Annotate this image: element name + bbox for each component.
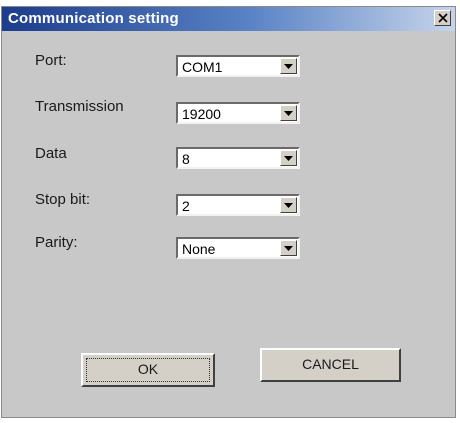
transmission-dropdown-button[interactable] bbox=[280, 105, 297, 121]
cancel-button[interactable]: CANCEL bbox=[260, 348, 401, 382]
dialog-title: Communication setting bbox=[8, 10, 179, 27]
data-select[interactable]: 8 bbox=[176, 147, 300, 169]
ok-button[interactable]: OK bbox=[81, 353, 215, 387]
close-icon bbox=[438, 13, 448, 23]
stop-bit-value: 2 bbox=[182, 198, 190, 214]
stop-bit-select[interactable]: 2 bbox=[176, 194, 300, 216]
chevron-down-icon bbox=[284, 156, 293, 161]
title-bar[interactable]: Communication setting bbox=[2, 7, 455, 31]
communication-setting-dialog: Communication setting Port: COM1 Transmi… bbox=[1, 6, 456, 418]
parity-value: None bbox=[182, 241, 216, 257]
chevron-down-icon bbox=[284, 111, 293, 116]
transmission-select[interactable]: 19200 bbox=[176, 102, 300, 124]
cancel-button-label: CANCEL bbox=[302, 356, 359, 372]
parity-dropdown-button[interactable] bbox=[280, 240, 297, 256]
port-value: COM1 bbox=[182, 59, 223, 75]
port-label: Port: bbox=[35, 52, 67, 69]
data-label: Data bbox=[35, 145, 67, 162]
port-select[interactable]: COM1 bbox=[176, 55, 300, 77]
data-dropdown-button[interactable] bbox=[280, 150, 297, 166]
parity-select[interactable]: None bbox=[176, 237, 300, 259]
stop-bit-dropdown-button[interactable] bbox=[280, 197, 297, 213]
chevron-down-icon bbox=[284, 64, 293, 69]
transmission-label: Transmission bbox=[35, 98, 124, 115]
port-dropdown-button[interactable] bbox=[280, 58, 297, 74]
focus-outline bbox=[86, 358, 210, 382]
transmission-value: 19200 bbox=[182, 106, 221, 122]
data-value: 8 bbox=[182, 151, 190, 167]
close-button[interactable] bbox=[434, 10, 451, 26]
stop-bit-label: Stop bit: bbox=[35, 191, 91, 208]
chevron-down-icon bbox=[284, 246, 293, 251]
chevron-down-icon bbox=[284, 203, 293, 208]
parity-label: Parity: bbox=[35, 234, 78, 251]
